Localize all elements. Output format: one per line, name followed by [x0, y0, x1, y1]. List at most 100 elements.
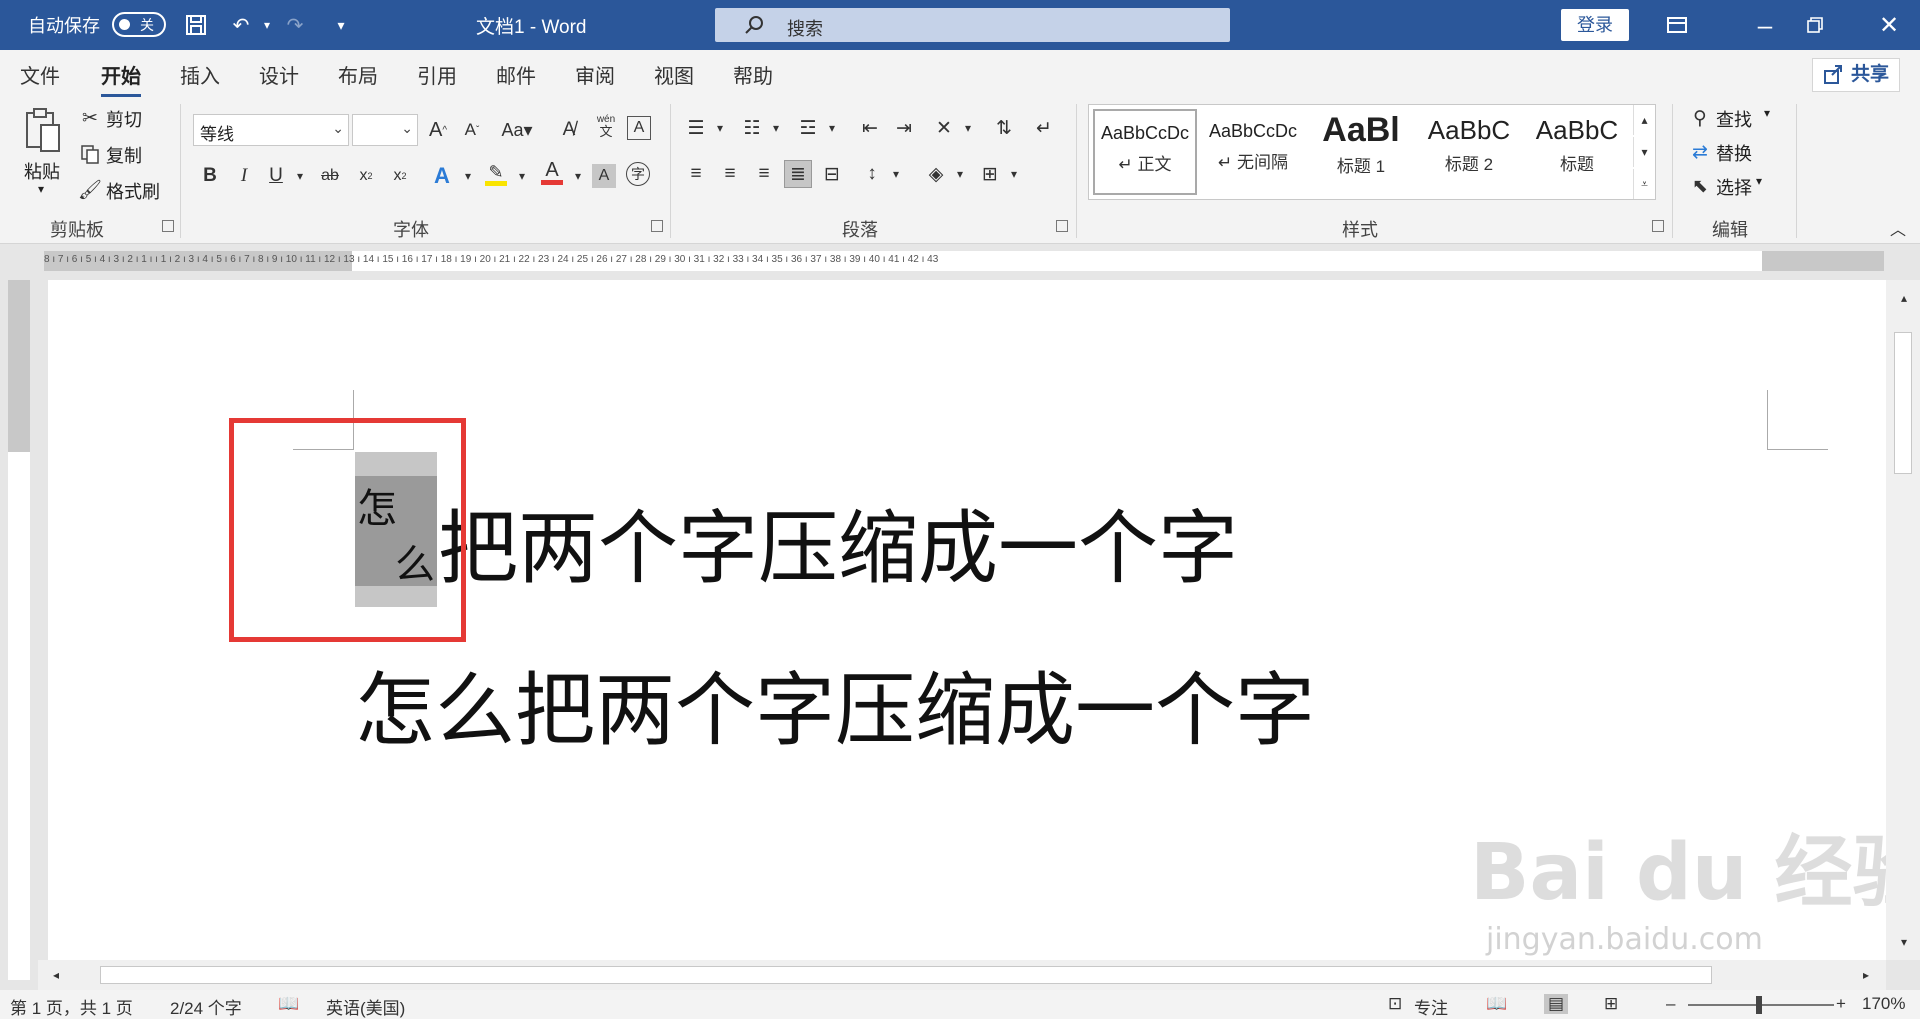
customize-qat-icon[interactable]: ▾	[326, 10, 356, 40]
clipboard-dialog-launcher[interactable]	[162, 220, 174, 232]
align-center-icon[interactable]: ≡	[716, 160, 744, 188]
styles-dialog-launcher[interactable]	[1652, 220, 1664, 232]
document-line-1[interactable]: 把两个字压缩成一个字	[438, 484, 1238, 600]
highlight-icon[interactable]: ✎	[482, 160, 510, 188]
align-left-icon[interactable]: ≡	[682, 160, 710, 188]
zoom-level[interactable]: 170%	[1862, 994, 1905, 1014]
tab-insert[interactable]: 插入	[180, 60, 220, 89]
subscript-icon[interactable]: x2	[352, 162, 380, 190]
zoom-in-icon[interactable]: +	[1836, 994, 1846, 1014]
shading-dropdown-icon[interactable]: ▾	[946, 160, 974, 188]
page-count[interactable]: 第 1 页，共 1 页	[10, 994, 133, 1019]
document-line-2[interactable]: 怎么把两个字压缩成一个字	[355, 646, 1315, 762]
tab-view[interactable]: 视图	[654, 60, 694, 89]
zoom-out-icon[interactable]: –	[1666, 994, 1675, 1014]
horizontal-scroll-thumb[interactable]	[100, 966, 1712, 984]
scroll-up-icon[interactable]: ▴	[1890, 284, 1918, 312]
paste-label[interactable]: 粘贴	[24, 158, 60, 184]
scroll-down-icon[interactable]: ▾	[1890, 928, 1918, 956]
styles-scroll-up-icon[interactable]: ▴	[1633, 105, 1655, 135]
style-heading-1[interactable]: AaBl 标题 1	[1309, 109, 1413, 195]
select-dropdown-icon[interactable]: ▾	[1756, 174, 1762, 188]
cut-label[interactable]: 剪切	[106, 106, 142, 132]
tab-review[interactable]: 审阅	[575, 60, 615, 89]
select-label[interactable]: 选择	[1716, 174, 1752, 200]
tab-home[interactable]: 开始	[101, 60, 141, 97]
font-color-dropdown-icon[interactable]: ▾	[564, 162, 592, 190]
font-size-combo[interactable]: ⌄	[352, 114, 418, 146]
paragraph-dialog-launcher[interactable]	[1056, 220, 1068, 232]
style-title[interactable]: AaBbC 标题	[1525, 109, 1629, 195]
borders-dropdown-icon[interactable]: ▾	[1000, 160, 1028, 188]
tab-layout[interactable]: 布局	[338, 60, 378, 89]
paste-dropdown-icon[interactable]: ▾	[38, 182, 44, 196]
web-layout-icon[interactable]: ⊞	[1604, 994, 1618, 1014]
tab-references[interactable]: 引用	[417, 60, 457, 89]
copy-label[interactable]: 复制	[106, 142, 142, 168]
horizontal-ruler[interactable]: 8 ı 7 ı 6 ı 5 ı 4 ı 3 ı 2 ı 1 ı ı 1 ı 2 …	[0, 245, 1920, 277]
numbering-dropdown-icon[interactable]: ▾	[762, 114, 790, 142]
font-name-combo[interactable]: 等线 ⌄	[193, 114, 349, 146]
focus-icon[interactable]: ⊡	[1388, 994, 1402, 1014]
styles-more-icon[interactable]: ⩡	[1633, 169, 1655, 199]
replace-icon[interactable]: ⇄	[1686, 138, 1714, 166]
phonetic-guide-icon[interactable]: wén 文	[592, 112, 620, 140]
restore-icon[interactable]	[1800, 10, 1830, 40]
change-case-button[interactable]: Aa ▾	[497, 116, 537, 144]
tab-file[interactable]: 文件	[20, 60, 60, 89]
strikethrough-icon[interactable]: ab	[316, 162, 344, 190]
character-shading-icon[interactable]: A	[592, 164, 616, 188]
search-box[interactable]: 搜索	[715, 8, 1230, 42]
align-right-icon[interactable]: ≡	[750, 160, 778, 188]
multilevel-dropdown-icon[interactable]: ▾	[818, 114, 846, 142]
share-button[interactable]: 共享	[1812, 58, 1900, 92]
vertical-scroll-thumb[interactable]	[1894, 332, 1912, 474]
read-mode-icon[interactable]: 📖	[1486, 994, 1507, 1014]
style-no-spacing[interactable]: AaBbCcDc ↵ 无间隔	[1201, 109, 1305, 195]
character-border-icon[interactable]: A	[627, 116, 651, 140]
vertical-ruler[interactable]	[8, 280, 30, 980]
word-count[interactable]: 2/24 个字	[170, 994, 242, 1019]
line-spacing-dropdown-icon[interactable]: ▾	[882, 160, 910, 188]
select-icon[interactable]: ⬉	[1686, 172, 1714, 200]
proofing-icon[interactable]: 📖	[278, 994, 299, 1014]
close-icon[interactable]: ✕	[1874, 10, 1904, 40]
text-effects-icon[interactable]: A	[428, 162, 456, 190]
format-painter-icon[interactable]: 🖌	[76, 176, 104, 204]
font-dialog-launcher[interactable]	[651, 220, 663, 232]
tab-help[interactable]: 帮助	[733, 60, 773, 89]
find-icon[interactable]: ⚲	[1686, 104, 1714, 132]
paste-icon[interactable]	[22, 106, 64, 156]
horizontal-scrollbar[interactable]: ◂ ▸	[38, 960, 1886, 990]
format-painter-label[interactable]: 格式刷	[106, 178, 160, 204]
style-normal[interactable]: AaBbCcDc ↵ 正文	[1093, 109, 1197, 195]
login-button[interactable]: 登录	[1561, 9, 1629, 41]
highlight-dropdown-icon[interactable]: ▾	[508, 162, 536, 190]
text-effects-dropdown-icon[interactable]: ▾	[454, 162, 482, 190]
undo-dropdown-icon[interactable]: ▾	[252, 10, 282, 40]
clear-formatting-icon[interactable]: A̸	[555, 116, 583, 144]
scroll-left-icon[interactable]: ◂	[42, 961, 70, 989]
replace-label[interactable]: 替换	[1716, 140, 1752, 166]
superscript-icon[interactable]: x2	[386, 162, 414, 190]
italic-icon[interactable]: I	[230, 162, 258, 190]
enclose-characters-icon[interactable]: 字	[626, 162, 650, 186]
style-heading-2[interactable]: AaBbC 标题 2	[1417, 109, 1521, 195]
autosave-toggle[interactable]: 关	[112, 12, 166, 37]
minimize-icon[interactable]: –	[1750, 10, 1780, 40]
sort-icon[interactable]: ⇅	[990, 114, 1018, 142]
grow-font-icon[interactable]: A ^	[424, 116, 452, 144]
increase-indent-icon[interactable]: ⇥	[890, 114, 918, 142]
decrease-indent-icon[interactable]: ⇤	[856, 114, 884, 142]
vertical-scrollbar[interactable]: ▴ ▾	[1886, 280, 1920, 960]
redo-icon[interactable]: ↷	[280, 10, 310, 40]
shrink-font-icon[interactable]: Aˇ	[458, 116, 486, 144]
find-label[interactable]: 查找	[1716, 106, 1752, 132]
save-icon[interactable]	[181, 10, 211, 40]
distributed-icon[interactable]: ⊟	[818, 160, 846, 188]
bold-icon[interactable]: B	[196, 162, 224, 190]
copy-icon[interactable]	[76, 140, 104, 168]
cut-icon[interactable]: ✂	[76, 104, 104, 132]
focus-label[interactable]: 专注	[1414, 994, 1448, 1019]
tab-design[interactable]: 设计	[259, 60, 299, 89]
